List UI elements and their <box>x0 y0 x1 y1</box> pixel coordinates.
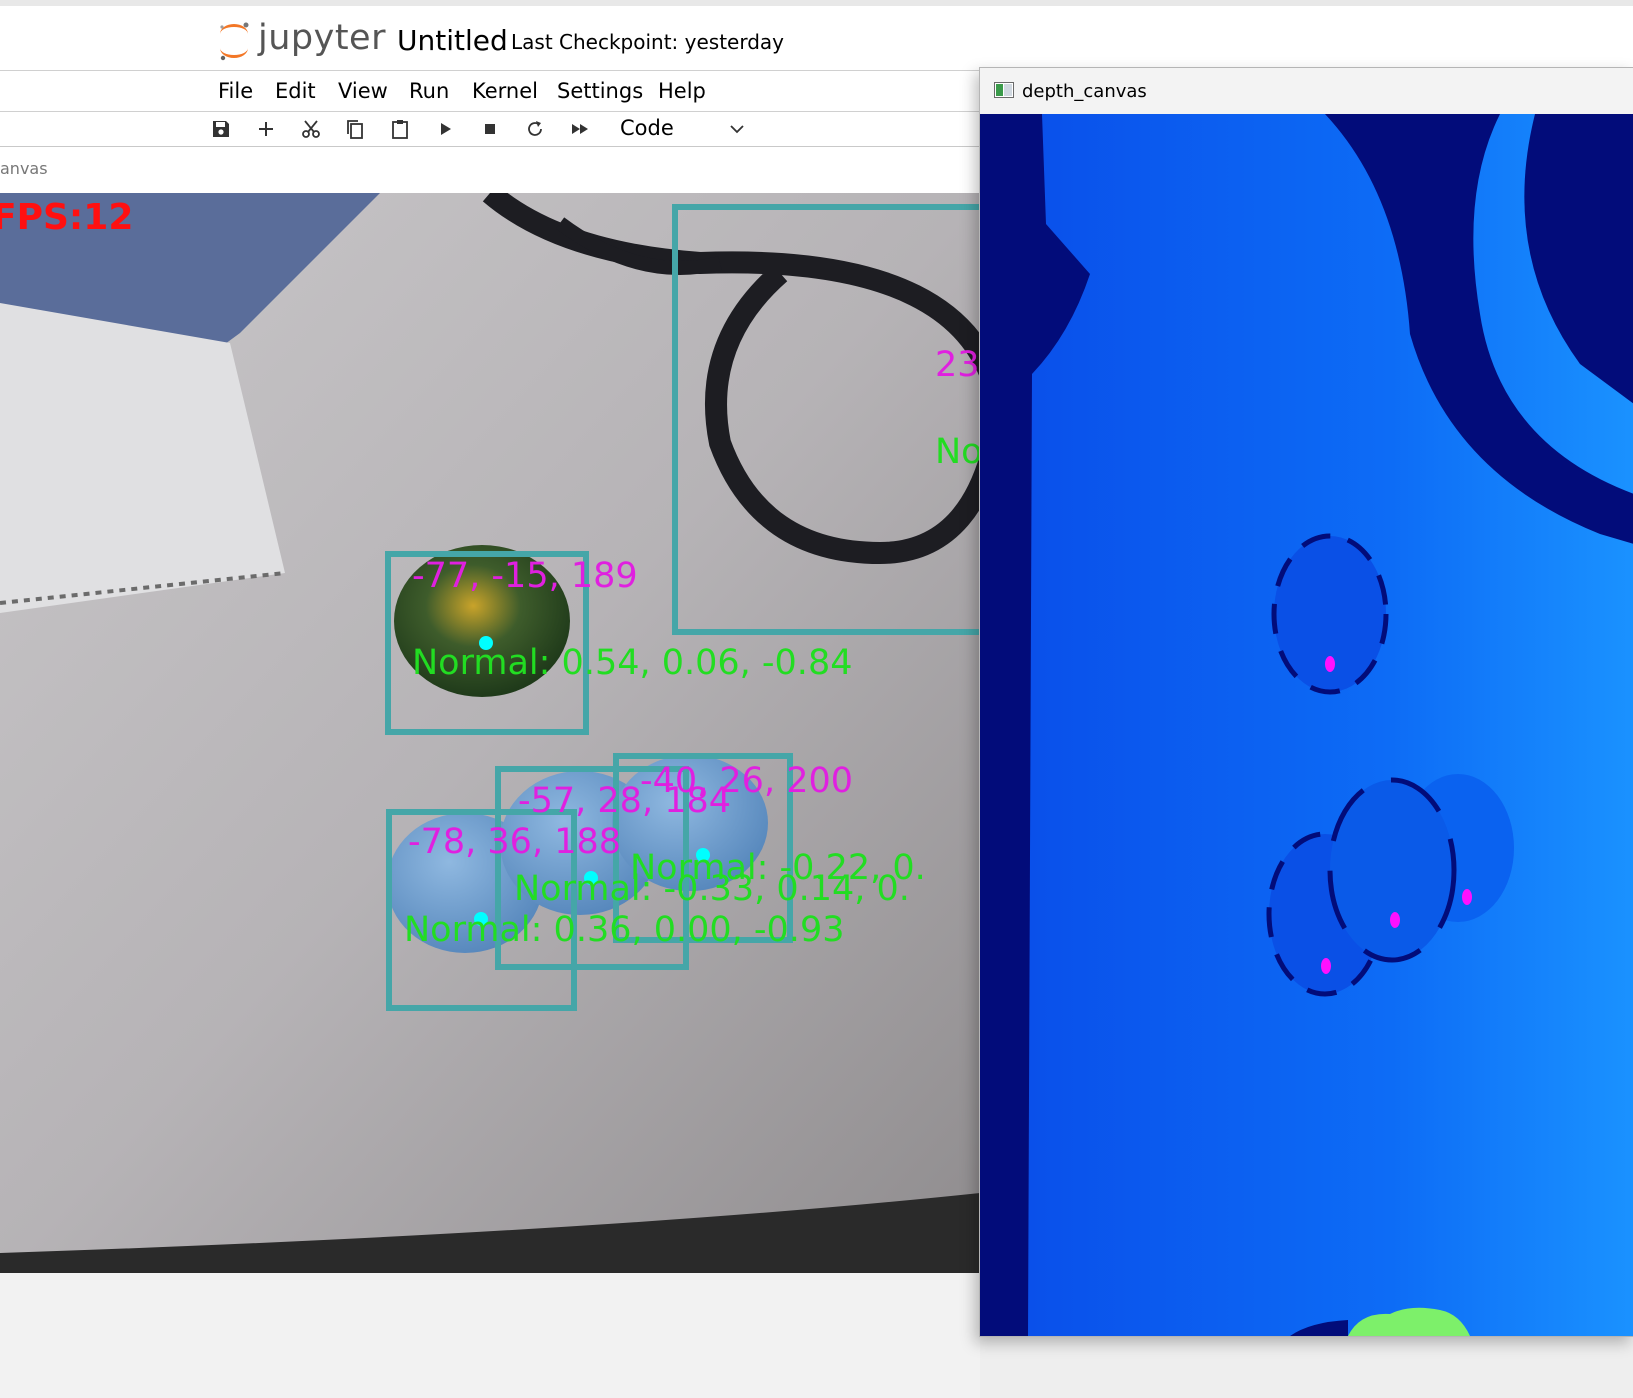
fps-counter: FPS:12 <box>0 197 133 238</box>
menu-run[interactable]: Run <box>409 79 449 103</box>
depth-map-image <box>980 114 1633 1336</box>
depth-cap-region <box>1327 777 1457 963</box>
depth-center-marker <box>1390 912 1400 928</box>
depth-center-marker <box>1325 656 1335 672</box>
detection-position: -78, 36, 188 <box>408 822 621 862</box>
menu-help[interactable]: Help <box>658 79 706 103</box>
detection-normal: Normal: 0.36, 0.00, -0.93 <box>404 910 844 950</box>
menu-edit[interactable]: Edit <box>275 79 316 103</box>
detection-position: 23 <box>935 345 980 385</box>
canvas-window-title: anvas <box>0 159 48 178</box>
fast-forward-icon[interactable] <box>567 116 593 142</box>
chevron-down-icon <box>730 125 744 134</box>
detection-normal: Normal: 0.54, 0.06, -0.84 <box>412 643 852 683</box>
depth-table-region <box>1028 114 1633 1336</box>
add-cell-icon[interactable] <box>253 116 279 142</box>
paste-icon[interactable] <box>387 116 413 142</box>
cell-type-label: Code <box>620 116 674 140</box>
depth-center-marker <box>1462 889 1472 905</box>
depth-center-marker <box>1321 958 1331 974</box>
cut-icon[interactable] <box>298 116 324 142</box>
cell-type-dropdown[interactable]: Code <box>620 116 750 142</box>
jupyter-header: jupyter Untitled Last Checkpoint: yester… <box>0 6 1633 71</box>
detection-normal: Normal: -0.33, 0.14, 0. <box>514 869 910 909</box>
copy-icon[interactable] <box>342 116 368 142</box>
notebook-blank-area <box>0 1273 980 1398</box>
menu-settings[interactable]: Settings <box>557 79 643 103</box>
detection-position: -57, 28, 184 <box>518 781 731 821</box>
run-icon[interactable] <box>432 116 458 142</box>
notebook-title[interactable]: Untitled <box>397 24 508 57</box>
depth-window-titlebar[interactable]: depth_canvas <box>980 68 1633 114</box>
depth-canvas-window[interactable]: depth_canvas <box>979 67 1633 1337</box>
save-icon[interactable] <box>208 116 234 142</box>
stop-icon[interactable] <box>477 116 503 142</box>
menu-file[interactable]: File <box>218 79 253 103</box>
restart-icon[interactable] <box>522 116 548 142</box>
detection-normal: No <box>935 432 980 472</box>
jupyter-wordmark: jupyter <box>258 18 386 58</box>
camera-canvas: FPS:12 23 No -77, -15, 189 Normal: 0.54,… <box>0 193 980 1273</box>
detection-position: -77, -15, 189 <box>412 556 638 596</box>
menu-kernel[interactable]: Kernel <box>472 79 538 103</box>
depth-window-title: depth_canvas <box>1022 81 1147 102</box>
jupyter-logo-icon[interactable] <box>216 20 252 62</box>
opencv-window-icon <box>994 82 1014 98</box>
last-checkpoint-status: Last Checkpoint: yesterday <box>511 30 785 54</box>
camera-frame-image: FPS:12 23 No -77, -15, 189 Normal: 0.54,… <box>0 193 980 1273</box>
menu-view[interactable]: View <box>338 79 388 103</box>
